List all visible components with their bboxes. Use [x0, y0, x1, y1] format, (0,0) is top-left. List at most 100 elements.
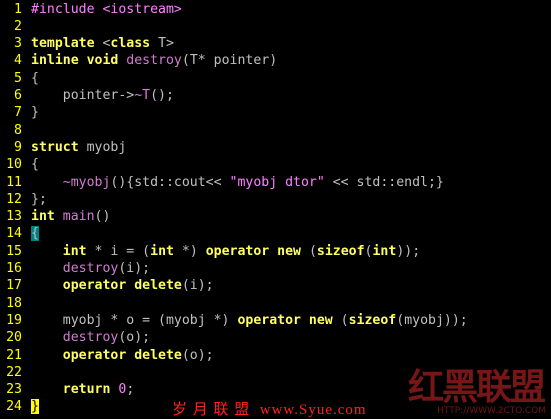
line-code: template <class T>	[31, 35, 174, 52]
keyword-token: struct	[31, 139, 79, 155]
line-number: 24	[6, 399, 22, 415]
preprocessor-token: #include <iostream>	[31, 1, 182, 17]
line-number: 17	[6, 278, 22, 294]
line-code: {	[31, 70, 39, 87]
keyword-token: operator new	[237, 312, 333, 328]
line-number: 7	[14, 105, 22, 121]
function-name-token: ~T	[134, 88, 151, 103]
code-token: *)	[173, 243, 206, 259]
function-name-token: destroy	[62, 330, 119, 346]
line-code: operator delete(o);	[31, 347, 214, 364]
line-code: operator delete(i);	[31, 277, 214, 294]
watermark-logo-char: 黑	[442, 366, 479, 408]
line-number: 9	[14, 139, 22, 155]
code-token: ();	[150, 88, 174, 103]
watermark-logo-char: 红	[408, 366, 445, 408]
function-name-token: destroy	[126, 53, 182, 69]
function-name-token: destroy	[62, 261, 119, 276]
line-number: 6	[14, 88, 22, 103]
line-number: 1	[14, 1, 22, 17]
code-token: (	[332, 312, 349, 328]
keyword-token: class	[110, 36, 151, 52]
code-editor[interactable]: 1 #include <iostream> 2 3 template <class T>…	[0, 0, 551, 419]
code-token: };	[31, 191, 47, 207]
code-token: }	[31, 105, 39, 121]
keyword-token: template	[31, 36, 95, 52]
line-number: 4	[14, 53, 22, 69]
code-token: (o);	[118, 330, 151, 346]
line-code: }	[31, 398, 39, 415]
code-token: ()	[94, 209, 111, 225]
code-token: <	[94, 36, 111, 52]
line-code: myobj * o = (myobj *) operator new (size…	[31, 312, 468, 329]
line-number: 10	[6, 157, 22, 173]
line-code: int * i = (int *) operator new (sizeof(i…	[31, 243, 420, 260]
keyword-token: inline void	[31, 53, 119, 69]
line-code: {	[31, 225, 39, 242]
line-number: 20	[6, 330, 22, 346]
function-name-token: ~myobj	[62, 174, 111, 190]
matched-brace-highlight: {	[31, 226, 39, 242]
line-code: int main()	[31, 208, 110, 225]
line-code: destroy(i);	[31, 260, 150, 277]
line-number: 5	[14, 70, 22, 86]
code-token: * i = (	[86, 243, 151, 259]
keyword-token: sizeof	[316, 243, 365, 259]
line-number: 18	[6, 295, 22, 311]
code-token: (o);	[181, 347, 214, 363]
keyword-token: sizeof	[348, 312, 397, 328]
line-code: inline void destroy(T* pointer)	[31, 52, 277, 69]
line-code: pointer->~T();	[31, 87, 174, 104]
code-token: (i);	[181, 278, 214, 294]
line-number: 14	[6, 226, 22, 242]
code-token: ;	[126, 382, 135, 398]
keyword-token: int	[372, 243, 397, 259]
code-token: (i);	[118, 261, 151, 276]
code-token: << std::endl;}	[324, 174, 444, 190]
watermark-logo-char: 盟	[510, 366, 547, 408]
line-code: struct myobj	[31, 139, 126, 156]
keyword-token: operator delete	[62, 347, 182, 363]
line-code: {	[31, 156, 39, 173]
code-token: (T* pointer)	[181, 53, 278, 69]
line-code: return 0;	[31, 381, 135, 398]
code-token: {	[31, 157, 39, 173]
line-number: 2	[14, 18, 22, 34]
line-code: destroy(o);	[31, 329, 150, 346]
line-number: 13	[6, 209, 22, 225]
line-number: 8	[14, 122, 22, 138]
code-token: {	[31, 70, 39, 86]
line-number: 15	[6, 243, 22, 259]
line-number: 21	[6, 347, 22, 363]
line-number: 12	[6, 191, 22, 207]
keyword-token: int	[31, 209, 55, 225]
line-number: 16	[6, 261, 22, 276]
keyword-token: int	[150, 243, 174, 259]
function-name-token: main	[62, 209, 95, 225]
line-number: 23	[6, 382, 22, 398]
code-token: (){std::cout<<	[110, 174, 230, 190]
line-code: }	[31, 104, 39, 121]
watermark-logo: 红 黑 联 盟 HTTP://WWW.2CTO.COM	[408, 358, 548, 416]
keyword-token: operator new	[205, 243, 301, 259]
watermark-url-text: 岁 月 联 盟 www.Syue.com	[172, 402, 367, 418]
code-token: T>	[150, 36, 174, 52]
string-literal-token: "myobj dtor"	[229, 174, 325, 190]
code-token: pointer->	[31, 88, 135, 103]
watermark-logo-char: 联	[476, 366, 513, 408]
line-code: };	[31, 191, 47, 208]
code-token: (	[301, 243, 317, 259]
line-number: 11	[6, 174, 22, 190]
code-token: (myobj));	[396, 312, 468, 328]
watermark-logo-subtext: HTTP://WWW.2CTO.COM	[437, 406, 546, 416]
line-code: #include <iostream>	[31, 1, 182, 18]
line-code: ~myobj(){std::cout<< "myobj dtor" << std…	[31, 174, 444, 191]
line-number: 3	[14, 36, 22, 52]
